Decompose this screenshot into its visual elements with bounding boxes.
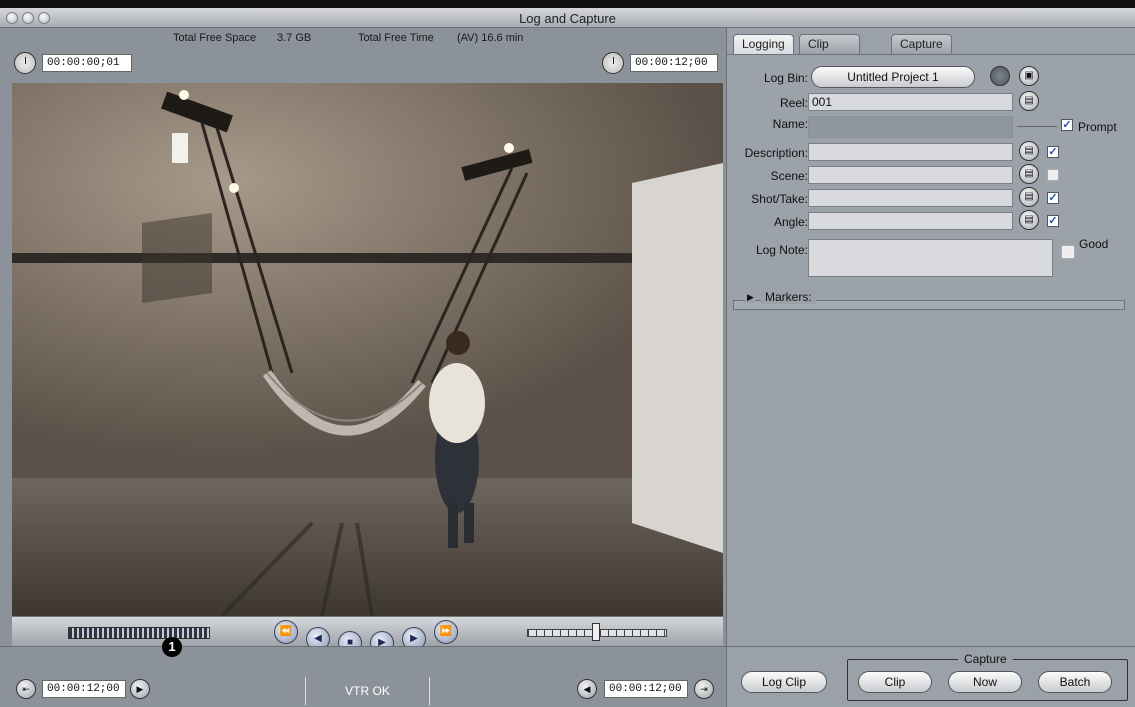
prompt-checkbox[interactable]: ✓	[1061, 119, 1073, 131]
description-label: Description:	[744, 146, 808, 160]
preview-pane: Total Free Space 3.7 GB Total Free Time …	[0, 28, 726, 707]
description-slate-icon[interactable]: ▤	[1019, 141, 1039, 161]
timecode-bar: ⇤ 00:00:12;00 ▶ VTR OK ◀ 00:00:12;00 ⇥	[0, 646, 726, 707]
capture-controls: Log Clip Capture Clip Now Batch	[727, 646, 1135, 707]
new-bin-icon[interactable]: ▣	[1019, 66, 1039, 86]
reel-slate-icon[interactable]: ▤	[1019, 91, 1039, 111]
good-label: Good	[1079, 237, 1109, 251]
log-and-capture-window: Log and Capture Total Free Space 3.7 GB …	[0, 0, 1135, 707]
reel-label: Reel:	[779, 96, 808, 110]
shot-take-label: Shot/Take:	[751, 192, 808, 206]
go-to-out-button[interactable]: ◀	[577, 679, 597, 699]
shot-take-slate-icon[interactable]: ▤	[1019, 187, 1039, 207]
mark-out-button[interactable]: ⇥	[694, 679, 714, 699]
description-field[interactable]	[808, 143, 1013, 161]
angle-slate-icon[interactable]: ▤	[1019, 210, 1039, 230]
callout-badge: 1	[162, 637, 182, 657]
shot-take-checkbox[interactable]: ✓	[1047, 192, 1059, 204]
duration-timecode[interactable]: 00:00:00;01	[42, 54, 132, 72]
logging-pane: Logging Clip Settings Capture Settings L…	[726, 28, 1135, 707]
prompt-label: Prompt	[1078, 120, 1117, 134]
capture-now-button[interactable]: Now	[948, 671, 1022, 693]
scene-field[interactable]	[808, 166, 1013, 184]
up-bin-icon[interactable]	[990, 66, 1010, 86]
scene-slate-icon[interactable]: ▤	[1019, 164, 1039, 184]
window-title: Log and Capture	[519, 11, 616, 26]
vtr-status: VTR OK	[305, 677, 430, 705]
video-preview	[12, 83, 723, 616]
log-bin-button[interactable]: Untitled Project 1	[811, 66, 975, 88]
free-time-label: Total Free Time	[358, 32, 434, 44]
disclosure-triangle-icon[interactable]: ▶	[745, 292, 756, 303]
log-note-field[interactable]	[808, 239, 1053, 277]
scene-label: Scene:	[770, 169, 808, 183]
fast-forward-button[interactable]: ⏩	[434, 620, 458, 644]
name-label: Name:	[772, 117, 808, 131]
free-time-value: (AV) 16.6 min	[457, 32, 524, 44]
logging-panel: Log Bin: Untitled Project 1 ▣ Reel: 001 …	[727, 54, 1135, 304]
description-checkbox[interactable]: ✓	[1047, 146, 1059, 158]
tab-clip-settings[interactable]: Clip Settings	[799, 34, 861, 70]
duration-clock-icon	[14, 52, 36, 74]
disk-info-bar: Total Free Space 3.7 GB Total Free Time …	[0, 32, 726, 48]
angle-field[interactable]	[808, 212, 1013, 230]
log-clip-button[interactable]: Log Clip	[741, 671, 827, 693]
current-timecode[interactable]: 00:00:12;00	[630, 54, 718, 72]
name-field	[808, 116, 1013, 138]
video-frame-image	[12, 83, 723, 616]
free-space-label: Total Free Space	[173, 32, 257, 44]
menu-strip	[0, 0, 1135, 8]
jog-handle[interactable]	[592, 623, 600, 641]
good-checkbox[interactable]: ✓	[1061, 245, 1075, 259]
reel-field[interactable]: 001	[808, 93, 1013, 111]
shot-take-field[interactable]	[808, 189, 1013, 207]
capture-batch-button[interactable]: Batch	[1038, 671, 1112, 693]
rewind-button[interactable]: ⏪	[274, 620, 298, 644]
angle-label: Angle:	[773, 215, 808, 229]
capture-clip-button[interactable]: Clip	[858, 671, 932, 693]
transport-controls: ⏪ ◀ ■ ▶ ▶ ⏩	[12, 616, 723, 655]
go-to-in-button[interactable]: ▶	[130, 679, 150, 699]
prompt-connector	[1017, 126, 1057, 127]
angle-checkbox[interactable]: ✓	[1047, 215, 1059, 227]
title-bar: Log and Capture	[0, 8, 1135, 28]
shuttle-control[interactable]	[68, 627, 210, 639]
scene-checkbox[interactable]: ✓	[1047, 169, 1059, 181]
in-point-timecode[interactable]: 00:00:12;00	[42, 680, 126, 698]
tab-capture-settings[interactable]: Capture Settings	[891, 34, 953, 70]
vtr-status-text: VTR OK	[345, 684, 390, 698]
mark-in-button[interactable]: ⇤	[16, 679, 36, 699]
markers-label: Markers:	[761, 290, 816, 304]
capture-group-label: Capture	[958, 652, 1013, 666]
capture-group: Capture Clip Now Batch	[847, 652, 1128, 701]
out-point-timecode[interactable]: 00:00:12;00	[604, 680, 688, 698]
markers-disclosure[interactable]: ▶ Markers:	[733, 290, 1125, 310]
log-bin-label: Log Bin:	[763, 71, 808, 85]
free-space-value: 3.7 GB	[277, 32, 312, 44]
log-note-label: Log Note:	[755, 243, 808, 257]
current-timecode-clock-icon	[602, 52, 624, 74]
tab-logging[interactable]: Logging	[733, 34, 794, 54]
